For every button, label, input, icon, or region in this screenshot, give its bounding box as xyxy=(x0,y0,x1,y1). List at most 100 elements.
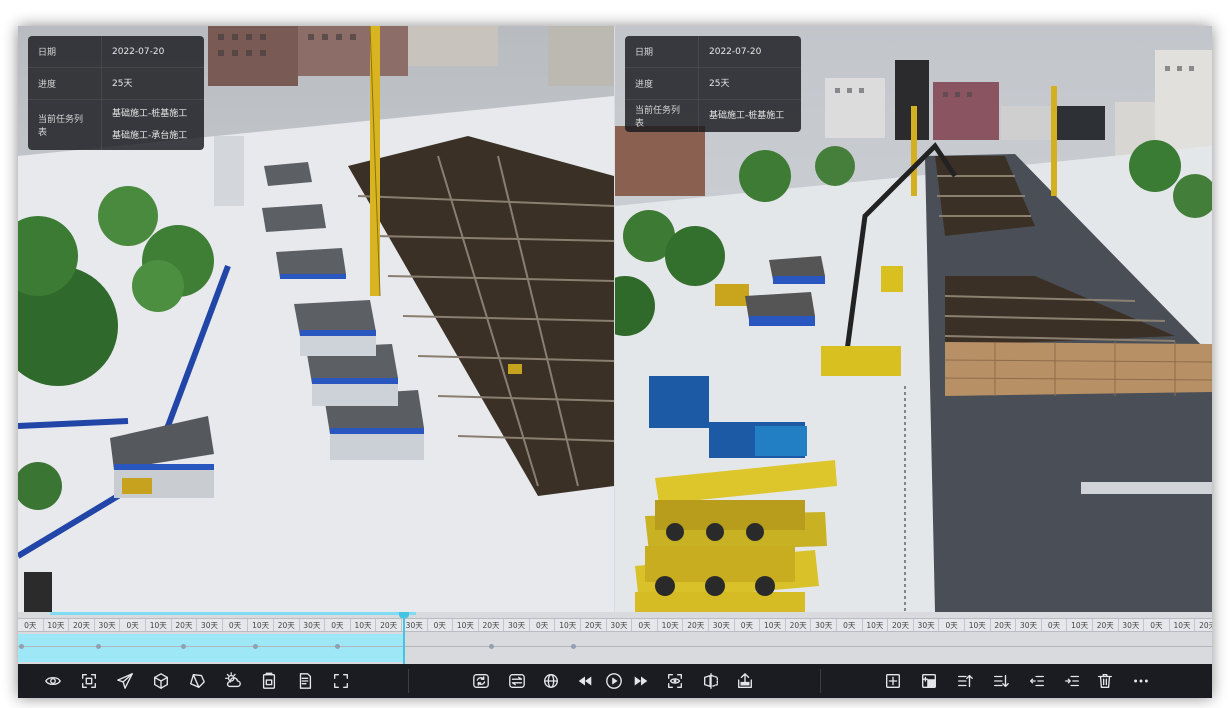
timeline-tick-label: 20天 xyxy=(1195,619,1212,631)
more-icon[interactable] xyxy=(1130,670,1152,692)
indent-icon[interactable] xyxy=(1061,670,1083,692)
timeline-keyframe[interactable] xyxy=(335,644,340,649)
timeline-tick-label: 10天 xyxy=(146,619,172,631)
timeline-tick-label: 10天 xyxy=(44,619,70,631)
timeline-tick-label: 10天 xyxy=(965,619,991,631)
timeline-playhead[interactable] xyxy=(403,612,405,664)
timeline-tick-label: 10天 xyxy=(1170,619,1196,631)
outdent-icon[interactable] xyxy=(1026,670,1048,692)
timeline-tick-label: 30天 xyxy=(607,619,633,631)
timeline-tick-label: 20天 xyxy=(786,619,812,631)
timeline-tick-label: 10天 xyxy=(760,619,786,631)
timeline-tick-label: 10天 xyxy=(351,619,377,631)
timeline-tick-label: 30天 xyxy=(504,619,530,631)
timeline-tick-label: 20天 xyxy=(991,619,1017,631)
timeline-tick-label: 0天 xyxy=(223,619,249,631)
timeline-keyframe[interactable] xyxy=(19,644,24,649)
right-info-panel: 日期 2022-07-20 进度 25天 当前任务列表 基础施工-桩基施工 xyxy=(625,36,801,132)
view-capture-icon[interactable] xyxy=(664,670,686,692)
app-window: 日期 2022-07-20 进度 25天 当前任务列表 基础施工-桩基施工 基础… xyxy=(18,26,1212,698)
left-info-panel: 日期 2022-07-20 进度 25天 当前任务列表 基础施工-桩基施工 基础… xyxy=(28,36,204,150)
timeline-keyframe[interactable] xyxy=(489,644,494,649)
timeline-tick-label: 0天 xyxy=(1042,619,1068,631)
timeline-tick-label: 30天 xyxy=(1119,619,1145,631)
play-icon[interactable] xyxy=(603,670,625,692)
playhead-handle[interactable] xyxy=(399,612,409,618)
timeline-tick-label: 30天 xyxy=(811,619,837,631)
timeline-tick-label: 0天 xyxy=(428,619,454,631)
sync-alt-icon[interactable] xyxy=(506,670,528,692)
timeline-tick-label: 0天 xyxy=(735,619,761,631)
document-icon[interactable] xyxy=(294,670,316,692)
timeline-keyframe[interactable] xyxy=(181,644,186,649)
timeline-keyframe[interactable] xyxy=(253,644,258,649)
timeline-track xyxy=(18,646,1212,647)
date-value: 2022-07-20 xyxy=(709,46,762,57)
progress-label: 进度 xyxy=(625,68,699,99)
progress-value: 25天 xyxy=(709,78,730,89)
left-3d-viewport[interactable]: 日期 2022-07-20 进度 25天 当前任务列表 基础施工-桩基施工 基础… xyxy=(18,26,614,612)
timeline-tick-label: 20天 xyxy=(479,619,505,631)
task-item: 基础施工-桩基施工 xyxy=(112,109,188,119)
cube-icon[interactable] xyxy=(150,670,172,692)
date-label: 日期 xyxy=(625,36,699,67)
progress-label: 进度 xyxy=(28,68,102,99)
delete-icon[interactable] xyxy=(1094,670,1116,692)
timeline-tick-label: 30天 xyxy=(300,619,326,631)
right-3d-viewport[interactable]: 日期 2022-07-20 进度 25天 当前任务列表 基础施工-桩基施工 xyxy=(615,26,1212,612)
timeline-tick-label: 10天 xyxy=(453,619,479,631)
timeline-tick-label: 0天 xyxy=(120,619,146,631)
timeline-tick-label: 30天 xyxy=(95,619,121,631)
sync-icon[interactable] xyxy=(470,670,492,692)
timeline-tick-label: 30天 xyxy=(197,619,223,631)
toolbar-separator xyxy=(820,669,821,693)
split-view-icon[interactable] xyxy=(700,670,722,692)
fullscreen-icon[interactable] xyxy=(330,670,352,692)
timeline-tick-label: 0天 xyxy=(632,619,658,631)
timeline-range-bar[interactable] xyxy=(50,612,416,615)
eye-icon[interactable] xyxy=(42,670,64,692)
schedule-icon[interactable] xyxy=(258,670,280,692)
timeline-tick-label: 30天 xyxy=(709,619,735,631)
timeline-tick-label: 20天 xyxy=(376,619,402,631)
globe-icon[interactable] xyxy=(540,670,562,692)
timeline-tick-label: 30天 xyxy=(402,619,428,631)
timeline-tick-label: 30天 xyxy=(1016,619,1042,631)
add-group-icon[interactable] xyxy=(918,670,940,692)
timeline-tick-label: 20天 xyxy=(581,619,607,631)
timeline-tick-label: 10天 xyxy=(1067,619,1093,631)
timeline[interactable]: 0天 10天 20天 30天 0天 10天 20天 30天 0天 10天 20天 30天 0天 10天 20… xyxy=(18,612,1212,664)
timeline-tick-label: 0天 xyxy=(939,619,965,631)
timeline-ruler[interactable]: 0天 10天 20天 30天 0天 10天 20天 30天 0天 10天 20天 30天 0天 10天 20… xyxy=(18,618,1212,632)
toolbar-separator xyxy=(408,669,409,693)
move-up-icon[interactable] xyxy=(954,670,976,692)
timeline-tick-label: 10天 xyxy=(248,619,274,631)
timeline-tick-label: 0天 xyxy=(18,619,44,631)
timeline-keyframe[interactable] xyxy=(96,644,101,649)
task-item: 基础施工-桩基施工 xyxy=(709,111,785,121)
timeline-tick-label: 10天 xyxy=(555,619,582,631)
timeline-tick-label: 0天 xyxy=(1144,619,1170,631)
focus-frame-icon[interactable] xyxy=(78,670,100,692)
timeline-tick-label: 20天 xyxy=(172,619,198,631)
weather-icon[interactable] xyxy=(222,670,244,692)
bottom-toolbar xyxy=(18,664,1212,698)
progress-value: 25天 xyxy=(112,78,133,89)
timeline-tick-label: 10天 xyxy=(863,619,889,631)
tasks-label: 当前任务列表 xyxy=(625,100,699,132)
timeline-tick-label: 20天 xyxy=(888,619,914,631)
timeline-tick-label: 0天 xyxy=(530,619,556,631)
add-icon[interactable] xyxy=(882,670,904,692)
move-down-icon[interactable] xyxy=(990,670,1012,692)
timeline-tick-label: 20天 xyxy=(274,619,300,631)
timeline-tick-label: 20天 xyxy=(683,619,710,631)
timeline-tick-label: 20天 xyxy=(1093,619,1119,631)
fast-forward-icon[interactable] xyxy=(630,670,652,692)
timeline-progress-fill xyxy=(18,634,404,662)
timeline-keyframe[interactable] xyxy=(571,644,576,649)
send-icon[interactable] xyxy=(114,670,136,692)
polygon-icon[interactable] xyxy=(186,670,208,692)
timeline-tick-label: 0天 xyxy=(325,619,351,631)
export-icon[interactable] xyxy=(734,670,756,692)
rewind-icon[interactable] xyxy=(574,670,596,692)
